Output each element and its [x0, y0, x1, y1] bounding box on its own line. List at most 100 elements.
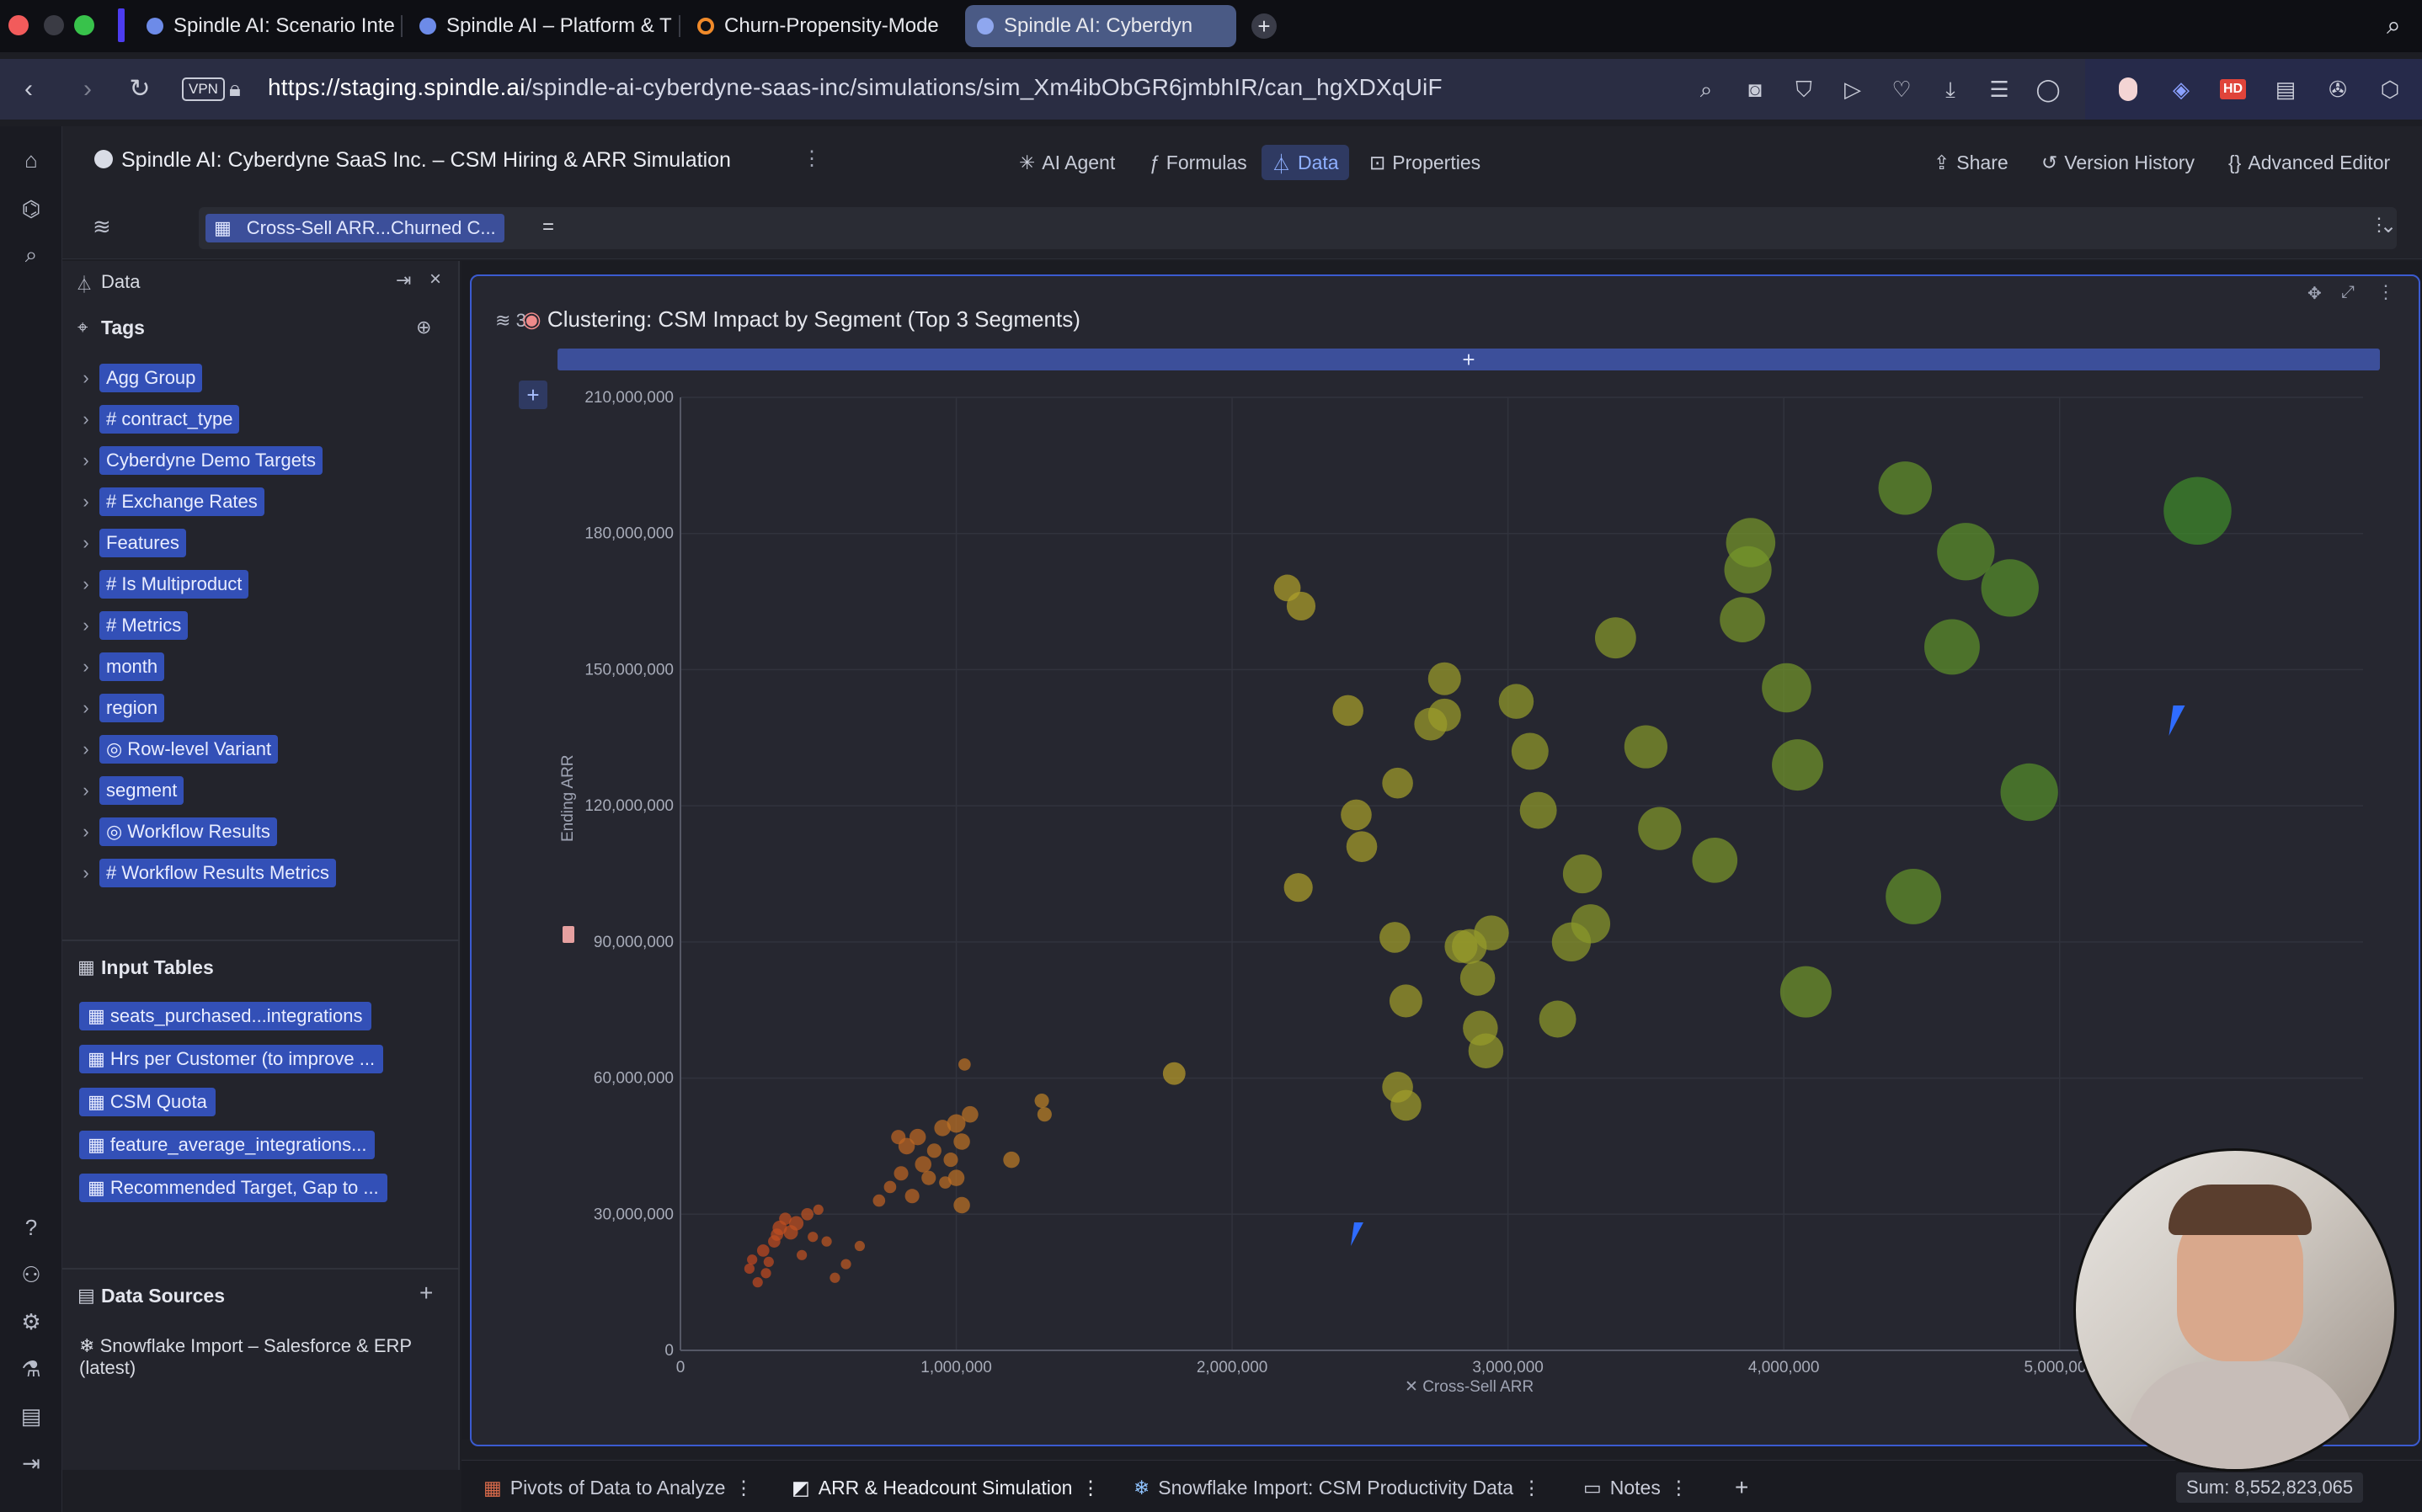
tag-item[interactable]: Agg Group: [99, 364, 203, 392]
tag-item[interactable]: # Metrics: [99, 611, 189, 640]
box-icon[interactable]: ⬡: [2377, 76, 2403, 103]
data-point[interactable]: [1498, 684, 1534, 719]
extension-icon[interactable]: ▤: [2272, 76, 2299, 103]
version-history-button[interactable]: ↺ Version History: [2031, 145, 2205, 180]
home-icon[interactable]: ⌂: [16, 145, 46, 175]
data-point[interactable]: [1779, 966, 1832, 1018]
sheet-menu-icon[interactable]: ⋮: [1669, 1477, 1688, 1499]
minimize-window-button[interactable]: [44, 15, 64, 35]
data-point[interactable]: [1034, 1093, 1049, 1109]
close-panel-icon[interactable]: ×: [429, 268, 441, 291]
data-point[interactable]: [883, 1180, 897, 1194]
data-point[interactable]: [909, 1128, 926, 1146]
search-icon[interactable]: ⌕: [16, 239, 46, 269]
expand-chevron-icon[interactable]: ›: [77, 780, 94, 801]
y-axis-color-icon[interactable]: [563, 926, 574, 943]
data-point[interactable]: [894, 1166, 909, 1181]
data-point[interactable]: [763, 1256, 774, 1267]
profile-icon[interactable]: ◯: [2035, 76, 2062, 103]
data-point[interactable]: [1382, 767, 1413, 799]
puzzle-icon[interactable]: ✇: [2324, 76, 2351, 103]
data-point[interactable]: [1937, 523, 1995, 581]
doc-title[interactable]: Spindle AI: Cyberdyne SaaS Inc. – CSM Hi…: [121, 148, 731, 173]
data-point[interactable]: [1720, 597, 1765, 642]
tag-item[interactable]: # contract_type: [99, 405, 240, 434]
doc-menu-icon[interactable]: ⋮: [802, 146, 822, 171]
sheet-tab-arr-headcount[interactable]: ◩ ARR & Headcount Simulation ⋮: [782, 1471, 1110, 1504]
gear-icon[interactable]: ⚙: [16, 1307, 46, 1337]
data-point[interactable]: [1562, 854, 1603, 894]
extension-icon[interactable]: ◈: [2168, 76, 2195, 103]
data-point[interactable]: [1692, 837, 1738, 883]
sheet-tab-pivots[interactable]: ▦ Pivots of Data to Analyze ⋮: [473, 1471, 763, 1504]
sheet-menu-icon[interactable]: ⋮: [734, 1477, 753, 1499]
input-table-item[interactable]: ▦ feature_average_integrations...: [79, 1131, 376, 1159]
dock-panel-icon[interactable]: ⇥: [396, 269, 411, 291]
data-point[interactable]: [1468, 1033, 1504, 1068]
camera-icon[interactable]: ◙: [1742, 76, 1768, 103]
input-table-item[interactable]: ▦ CSM Quota: [79, 1088, 216, 1116]
add-tag-icon[interactable]: ⊕: [416, 317, 431, 338]
logout-icon[interactable]: ⇥: [16, 1448, 46, 1478]
data-point[interactable]: [756, 1244, 770, 1257]
sheet-tab-snowflake[interactable]: ❄ Snowflake Import: CSM Productivity Data…: [1123, 1471, 1551, 1504]
data-point[interactable]: [789, 1216, 804, 1231]
expand-chevron-icon[interactable]: ›: [77, 615, 94, 636]
flask-icon[interactable]: ⚗: [16, 1354, 46, 1384]
input-table-item[interactable]: ▦ seats_purchased...integrations: [79, 1002, 371, 1030]
data-point[interactable]: [1726, 518, 1776, 567]
data-point[interactable]: [1638, 807, 1682, 850]
data-point[interactable]: [904, 1189, 920, 1204]
data-point[interactable]: [939, 1176, 952, 1189]
data-point[interactable]: [808, 1232, 819, 1243]
data-point[interactable]: [840, 1259, 851, 1270]
add-data-source-button[interactable]: +: [419, 1280, 433, 1307]
menu-icon[interactable]: ☰: [1986, 76, 2013, 103]
shield-icon[interactable]: ⛉: [1790, 76, 1817, 103]
data-point[interactable]: [1624, 725, 1668, 769]
share-button[interactable]: ⇪ Share: [1923, 145, 2019, 180]
expand-chevron-icon[interactable]: ›: [77, 656, 94, 678]
formulas-button[interactable]: ƒ Formulas: [1139, 145, 1257, 180]
data-point[interactable]: [1511, 732, 1549, 770]
zoom-icon[interactable]: ⌕: [1693, 76, 1720, 103]
data-point[interactable]: [1283, 873, 1313, 902]
data-point[interactable]: [1346, 831, 1378, 862]
data-point[interactable]: [801, 1207, 814, 1221]
tag-item[interactable]: region: [99, 694, 165, 722]
sheet-menu-icon[interactable]: ⋮: [1522, 1477, 1541, 1499]
data-point[interactable]: [2000, 763, 2058, 822]
close-window-button[interactable]: [8, 15, 29, 35]
expand-chevron-icon[interactable]: ›: [77, 862, 94, 884]
new-tab-button[interactable]: +: [1251, 13, 1277, 39]
data-point[interactable]: [1981, 559, 2039, 617]
data-point[interactable]: [813, 1204, 824, 1215]
data-point[interactable]: [1762, 663, 1811, 713]
expand-chevron-icon[interactable]: ›: [77, 532, 94, 554]
data-point[interactable]: [1519, 791, 1557, 829]
expand-chevron-icon[interactable]: ›: [77, 491, 94, 513]
extension-icon[interactable]: [2119, 77, 2137, 101]
data-point[interactable]: [2163, 476, 2232, 546]
data-point[interactable]: [1037, 1107, 1052, 1122]
data-point[interactable]: [872, 1194, 886, 1207]
back-button[interactable]: ‹: [13, 74, 44, 104]
chevron-down-icon[interactable]: ⌄: [2380, 214, 2397, 238]
expand-chevron-icon[interactable]: ›: [77, 408, 94, 430]
data-point[interactable]: [915, 1156, 931, 1173]
data-point[interactable]: [830, 1272, 840, 1283]
data-point[interactable]: [760, 1268, 771, 1279]
expand-chevron-icon[interactable]: ›: [77, 450, 94, 471]
x-axis-close-icon[interactable]: ✕: [1405, 1378, 1418, 1396]
data-point[interactable]: [1459, 961, 1496, 996]
data-point[interactable]: [771, 1228, 783, 1241]
hd-badge[interactable]: HD: [2220, 79, 2247, 99]
data-point[interactable]: [1571, 904, 1611, 944]
expand-chevron-icon[interactable]: ›: [77, 367, 94, 389]
data-point[interactable]: [1924, 619, 1980, 675]
data-point[interactable]: [926, 1143, 942, 1158]
tab-churn[interactable]: Churn-Propensity-Mode: [686, 5, 955, 47]
data-point[interactable]: [854, 1240, 866, 1252]
tag-item[interactable]: # Exchange Rates: [99, 487, 264, 516]
tag-item[interactable]: # Is Multiproduct: [99, 570, 249, 599]
